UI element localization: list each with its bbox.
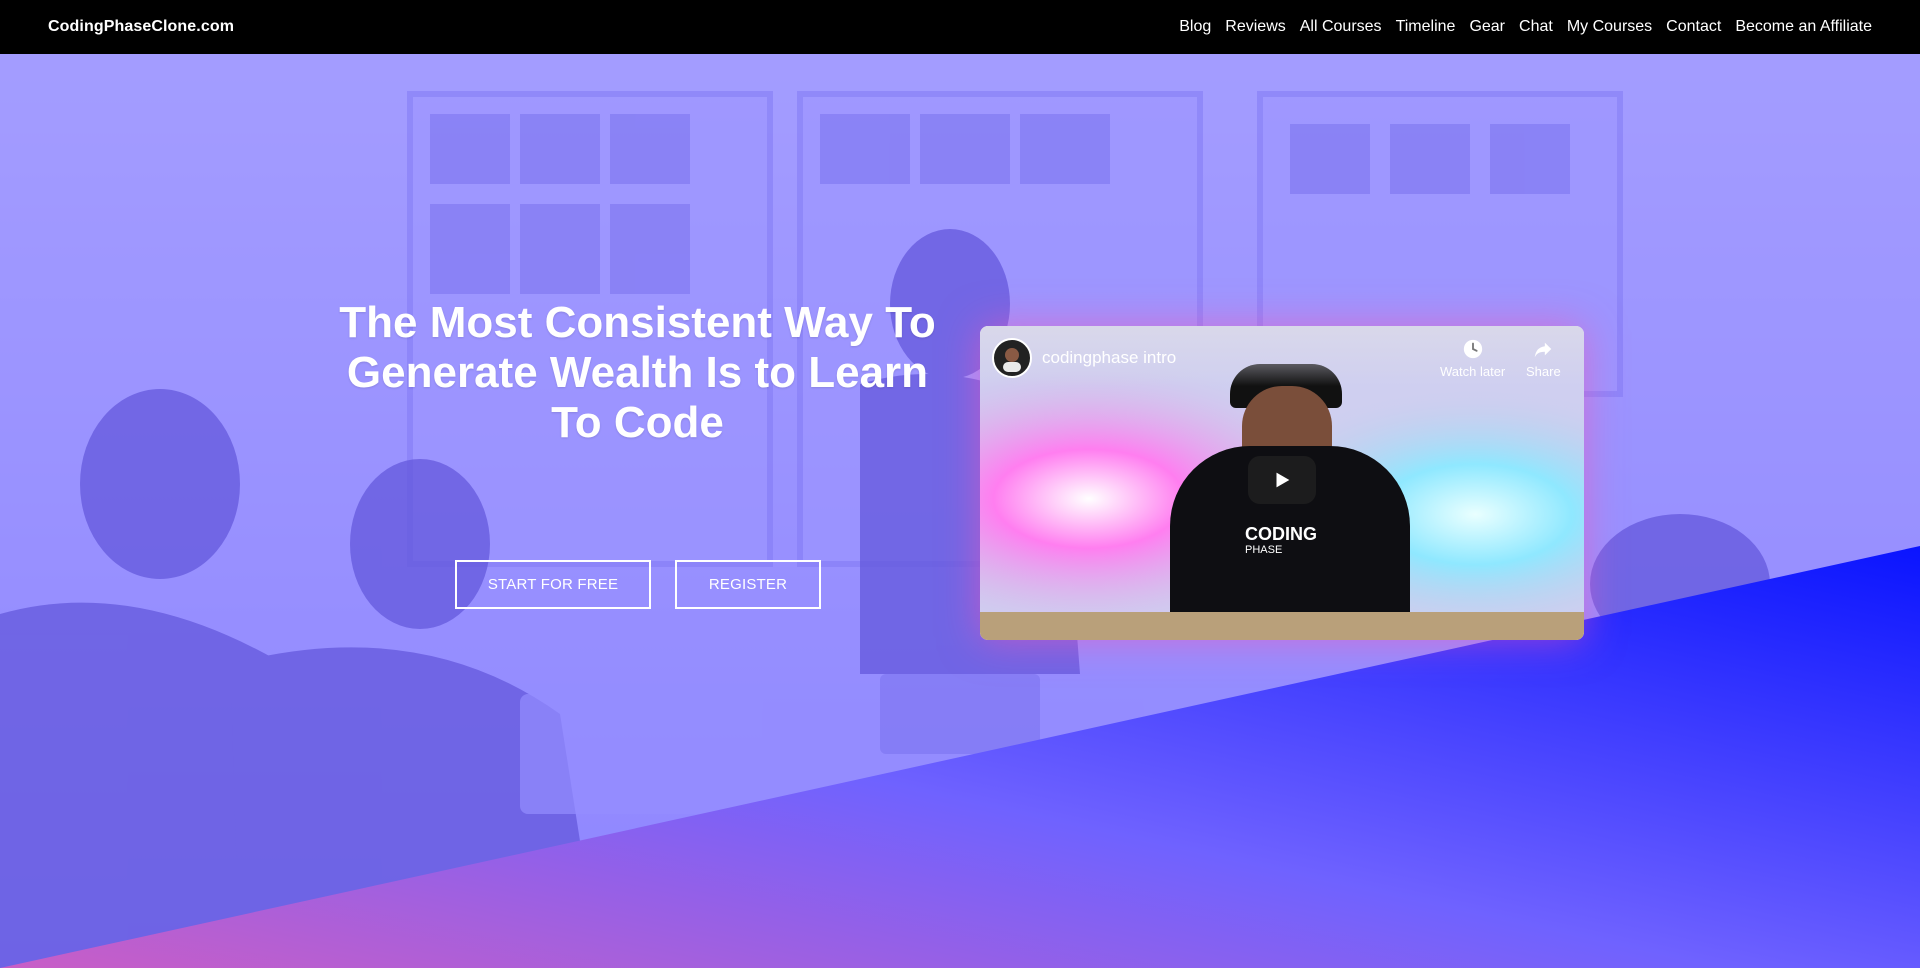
top-nav: CodingPhaseClone.com Blog Reviews All Co… [0, 0, 1920, 54]
play-button[interactable] [1248, 456, 1316, 504]
nav-timeline[interactable]: Timeline [1396, 18, 1456, 36]
nav-links: Blog Reviews All Courses Timeline Gear C… [1179, 18, 1872, 36]
shirt-logo: CODING PHASE [1245, 524, 1317, 558]
hero-diagonal-gradient [0, 546, 1920, 968]
nav-gear[interactable]: Gear [1469, 18, 1505, 36]
nav-blog[interactable]: Blog [1179, 18, 1211, 36]
share-arrow-icon [1535, 342, 1552, 358]
nav-reviews[interactable]: Reviews [1225, 18, 1285, 36]
register-button[interactable]: Register [675, 560, 821, 609]
watch-later-control[interactable]: Watch later [1440, 338, 1505, 379]
channel-avatar-icon [1003, 348, 1021, 372]
nav-contact[interactable]: Contact [1666, 18, 1721, 36]
channel-avatar[interactable] [992, 338, 1032, 378]
hero-headline: The Most Consistent Way To Generate Weal… [339, 298, 936, 447]
video-table-strip [980, 612, 1584, 640]
play-icon [1276, 472, 1290, 488]
start-for-free-button[interactable]: Start for free [455, 560, 651, 609]
site-brand[interactable]: CodingPhaseClone.com [48, 18, 234, 36]
shirt-logo-sub: PHASE [1245, 544, 1283, 556]
shirt-logo-main: CODING [1245, 524, 1317, 544]
nav-chat[interactable]: Chat [1519, 18, 1553, 36]
watch-later-label: Watch later [1440, 364, 1506, 379]
clock-icon [1463, 339, 1482, 359]
nav-all-courses[interactable]: All Courses [1300, 18, 1382, 36]
video-title[interactable]: codingphase intro [1042, 348, 1176, 368]
hero-section: The Most Consistent Way To Generate Weal… [0, 54, 1920, 968]
nav-affiliate[interactable]: Become an Affiliate [1735, 18, 1872, 36]
intro-video-player[interactable]: CODING PHASE codingphase intro Watch lat… [980, 326, 1584, 640]
nav-my-courses[interactable]: My Courses [1567, 18, 1652, 36]
share-control[interactable]: Share [1526, 338, 1561, 379]
share-label: Share [1526, 364, 1561, 379]
